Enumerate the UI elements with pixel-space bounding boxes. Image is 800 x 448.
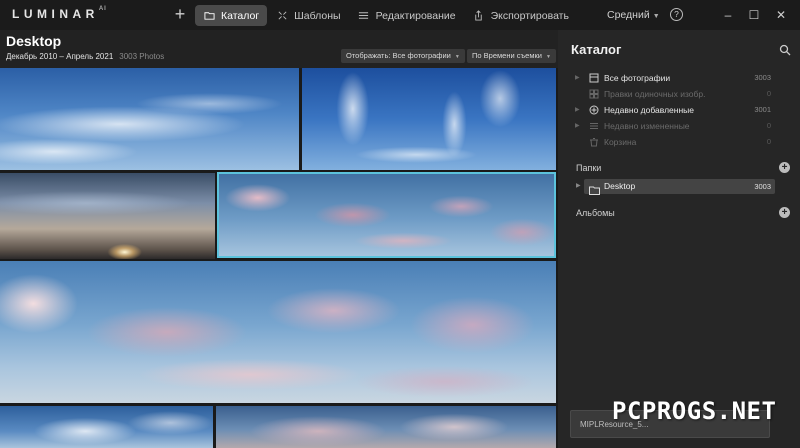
add-folder-button[interactable]: + <box>779 162 790 173</box>
tab-templates[interactable]: Шаблоны <box>268 5 348 26</box>
folder-icon <box>589 182 600 195</box>
all-photos-icon <box>589 73 599 83</box>
trash-icon <box>589 137 599 147</box>
catalog-item-all-photos[interactable]: ▶ Все фотографии 3003 <box>571 71 771 85</box>
close-button[interactable]: ✕ <box>771 5 791 25</box>
panel-title: Каталог <box>571 42 622 57</box>
tab-export[interactable]: Экспортировать <box>465 5 577 26</box>
catalog-item-trash[interactable]: Корзина 0 <box>571 135 771 149</box>
folder-item-desktop[interactable]: ▶ Desktop 3003 <box>576 179 775 195</box>
recently-added-icon <box>589 105 599 115</box>
chevron-down-icon: ▼ <box>545 54 551 60</box>
photo-thumbnail[interactable] <box>0 261 556 403</box>
expand-arrow-icon: ▶ <box>576 183 581 189</box>
app-logo: LUMINARAI <box>12 6 107 21</box>
chevron-down-icon: ▼ <box>454 54 460 60</box>
photo-thumbnail[interactable] <box>0 173 215 259</box>
photo-thumbnail[interactable] <box>0 68 299 170</box>
photo-thumbnail[interactable] <box>216 406 556 448</box>
folders-section-label: Папки <box>576 163 602 173</box>
search-icon[interactable] <box>779 43 791 56</box>
recently-edited-icon <box>589 121 599 131</box>
expand-arrow-icon: ▶ <box>575 107 580 113</box>
catalog-item-recently-added[interactable]: ▶ Недавно добавленные 3001 <box>571 103 771 117</box>
main-nav: Каталог Шаблоны Редактирование Экспортир… <box>195 5 578 26</box>
sort-dropdown[interactable]: По Времени съемки ▼ <box>467 49 556 63</box>
folder-icon <box>203 10 215 22</box>
templates-icon <box>276 10 288 22</box>
expand-arrow-icon: ▶ <box>575 123 580 129</box>
maximize-button[interactable]: ☐ <box>744 5 764 25</box>
page-title: Desktop <box>6 33 62 49</box>
photo-thumbnail[interactable] <box>0 406 213 448</box>
filter-dropdown[interactable]: Отображать: Все фотографии ▼ <box>341 49 465 63</box>
photo-thumbnail-selected[interactable] <box>217 172 556 258</box>
chevron-down-icon: ▼ <box>652 13 660 20</box>
add-photos-button[interactable]: + <box>170 4 190 24</box>
tab-catalog[interactable]: Каталог <box>195 5 268 26</box>
date-range: Декабрь 2010 – Апрель 2021 <box>6 52 114 61</box>
single-edits-icon <box>589 89 599 99</box>
tab-edit[interactable]: Редактирование <box>350 5 464 26</box>
share-icon <box>473 10 485 22</box>
photo-gallery <box>0 68 558 448</box>
catalog-item-recently-edited[interactable]: ▶ Недавно измененные 0 <box>571 119 771 133</box>
gallery-subtitle: Декабрь 2010 – Апрель 2021 3003 Photos <box>6 52 164 61</box>
minimize-button[interactable]: – <box>718 5 738 25</box>
sliders-icon <box>358 10 370 22</box>
catalog-item-single-edits[interactable]: Правки одиночных изобр. 0 <box>571 87 771 101</box>
top-bar: LUMINARAI + Каталог Шаблоны Редактирован… <box>0 0 800 30</box>
help-button[interactable]: ? <box>670 8 683 21</box>
watermark: PCPROGS.NET <box>612 397 777 425</box>
photo-thumbnail[interactable] <box>302 68 556 170</box>
quality-dropdown[interactable]: Средний ▼ <box>607 9 660 21</box>
photo-count: 3003 Photos <box>119 52 165 61</box>
add-album-button[interactable]: + <box>779 207 790 218</box>
expand-arrow-icon: ▶ <box>575 75 580 81</box>
albums-section-label: Альбомы <box>576 208 615 218</box>
